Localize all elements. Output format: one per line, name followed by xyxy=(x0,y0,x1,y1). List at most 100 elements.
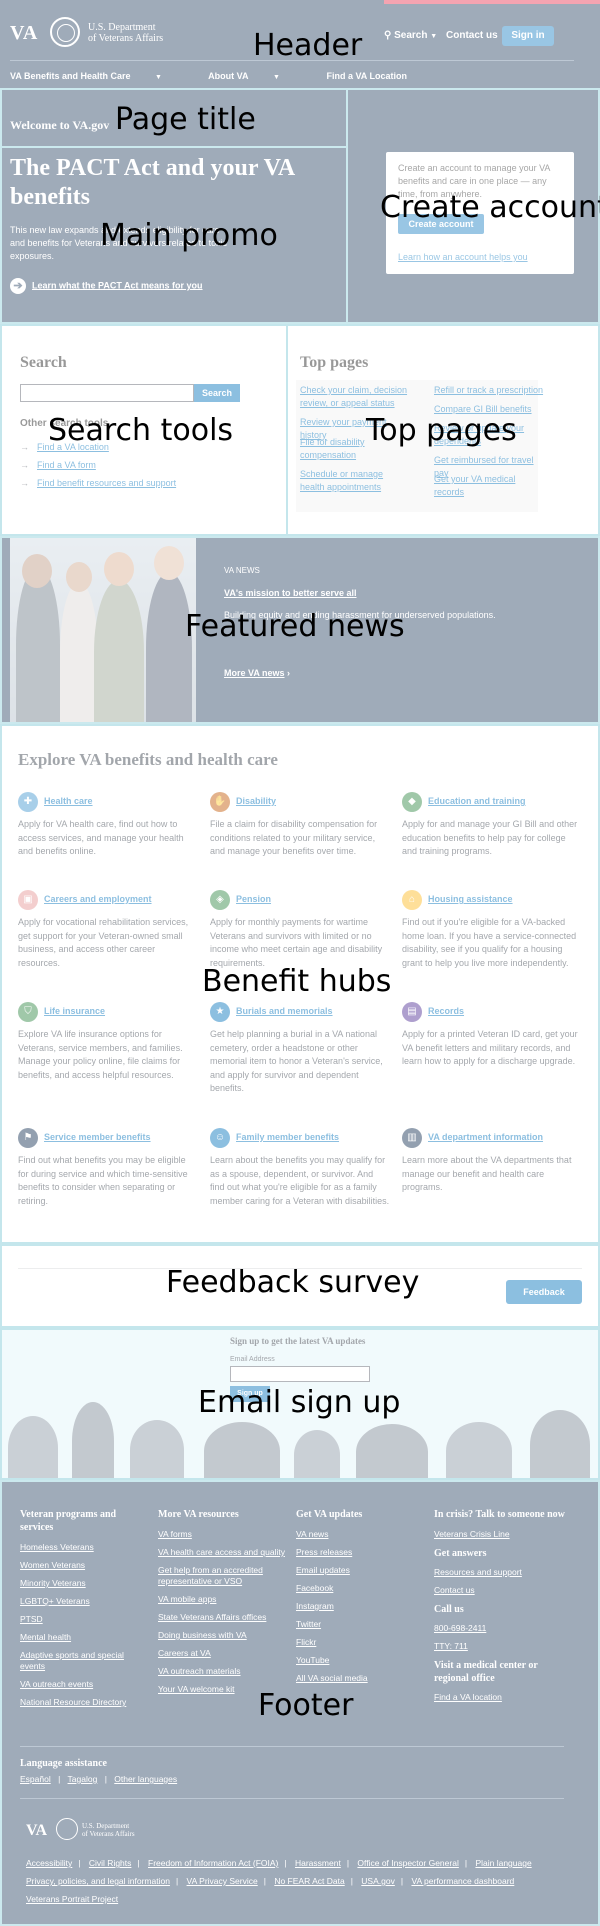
legal-link[interactable]: Accessibility xyxy=(26,1858,72,1868)
footer-link[interactable]: VA outreach events xyxy=(20,1679,150,1690)
hub-link[interactable]: Careers and employment xyxy=(44,894,152,904)
phone-link[interactable]: 800-698-2411 xyxy=(434,1623,574,1634)
footer-link[interactable]: VA health care access and quality xyxy=(158,1547,288,1558)
footer-heading: More VA resources xyxy=(158,1509,239,1520)
more-news-link[interactable]: More VA news › xyxy=(224,668,290,678)
hub-link[interactable]: Records xyxy=(428,1006,464,1016)
news-headline-link[interactable]: VA's mission to better serve all xyxy=(224,588,357,598)
sign-in-button[interactable]: Sign in xyxy=(502,26,554,46)
promo-link[interactable]: ➔ Learn what the PACT Act means for you xyxy=(10,278,203,294)
legal-link[interactable]: VA Privacy Service xyxy=(187,1876,258,1886)
va-logo[interactable]: VA xyxy=(10,22,38,45)
legal-link[interactable]: Office of Inspector General xyxy=(357,1858,458,1868)
separator: | xyxy=(350,1876,353,1886)
hub-link[interactable]: Burials and memorials xyxy=(236,1006,333,1016)
footer-link[interactable]: Press releases xyxy=(296,1547,426,1558)
language-link[interactable]: Español xyxy=(20,1774,51,1784)
footer-link[interactable]: Facebook xyxy=(296,1583,426,1594)
top-link-medical-records[interactable]: Get your VA medical records xyxy=(434,473,544,499)
top-link-health-appointments[interactable]: Schedule or manage health appointments xyxy=(300,468,410,494)
account-help-link[interactable]: Learn how an account helps you xyxy=(398,252,528,262)
footer-link[interactable]: Women Veterans xyxy=(20,1560,150,1571)
footer-link[interactable]: VA news xyxy=(296,1529,426,1540)
footer-link[interactable]: Instagram xyxy=(296,1601,426,1612)
language-link[interactable]: Tagalog xyxy=(68,1774,98,1784)
legal-link[interactable]: Privacy, policies, and legal information xyxy=(26,1876,170,1886)
search-icon: ⚲ xyxy=(384,30,395,41)
language-link[interactable]: Other languages xyxy=(114,1774,177,1784)
crisis-line-link[interactable]: Veterans Crisis Line xyxy=(434,1529,574,1540)
tool-link-resources[interactable]: → Find benefit resources and support xyxy=(20,478,176,488)
footer-link[interactable]: National Resource Directory xyxy=(20,1697,150,1708)
footer-link[interactable]: Resources and support xyxy=(434,1567,574,1578)
nav-find-location[interactable]: Find a VA Location xyxy=(326,71,407,81)
shield-icon: ⛉ xyxy=(18,1002,38,1022)
legal-link[interactable]: Veterans Portrait Project xyxy=(26,1894,118,1904)
footer-va-logo[interactable]: VA xyxy=(26,1822,47,1840)
email-input[interactable] xyxy=(230,1366,370,1382)
footer-link[interactable]: Homeless Veterans xyxy=(20,1542,150,1553)
footer-column-crisis: In crisis? Talk to someone now Veterans … xyxy=(434,1508,574,1710)
legal-link[interactable]: VA performance dashboard xyxy=(411,1876,514,1886)
region-label-footer: Footer xyxy=(258,1688,354,1723)
hub-link[interactable]: Family member benefits xyxy=(236,1132,339,1142)
contact-us-link[interactable]: Contact us xyxy=(446,30,498,41)
hub-description: Find out if you're eligible for a VA-bac… xyxy=(402,917,577,968)
footer-link[interactable]: Careers at VA xyxy=(158,1648,288,1659)
va-seal-icon xyxy=(50,17,80,47)
footer-link[interactable]: Doing business with VA xyxy=(158,1630,288,1641)
tool-link-form[interactable]: → Find a VA form xyxy=(20,460,96,470)
separator: | xyxy=(346,1858,350,1868)
top-link-claim-status[interactable]: Check your claim, decision review, or ap… xyxy=(300,384,410,410)
agency-name-line2: of Veterans Affairs xyxy=(88,33,164,44)
hub-link[interactable]: Life insurance xyxy=(44,1006,105,1016)
region-label-top-pages: Top pages xyxy=(366,413,517,448)
legal-link[interactable]: USA.gov xyxy=(361,1876,395,1886)
footer-link[interactable]: Flickr xyxy=(296,1637,426,1648)
footer-link[interactable]: Minority Veterans xyxy=(20,1578,150,1589)
search-input[interactable] xyxy=(20,384,194,402)
hub-link[interactable]: Education and training xyxy=(428,796,526,806)
hub-link[interactable]: VA department information xyxy=(428,1132,543,1142)
tools-divider xyxy=(286,324,288,536)
hub-link[interactable]: Housing assistance xyxy=(428,894,513,904)
hub-link[interactable]: Health care xyxy=(44,796,93,806)
footer-link[interactable]: VA outreach materials xyxy=(158,1666,288,1677)
nav-about[interactable]: About VA ▼ xyxy=(208,71,302,81)
footer-link[interactable]: Get help from an accredited representati… xyxy=(158,1565,288,1587)
legal-link[interactable]: Freedom of Information Act (FOIA) xyxy=(148,1858,278,1868)
search-button[interactable]: Search xyxy=(194,384,240,402)
hub-description: File a claim for disability compensation… xyxy=(210,819,378,856)
footer-link[interactable]: VA forms xyxy=(158,1529,288,1540)
nav-benefits[interactable]: VA Benefits and Health Care ▼ xyxy=(10,71,184,81)
legal-link[interactable]: Harassment xyxy=(295,1858,341,1868)
legal-link[interactable]: Plain language xyxy=(475,1858,531,1868)
footer-agency-name: U.S. Department of Veterans Affairs xyxy=(82,1822,135,1838)
footer-link[interactable]: VA mobile apps xyxy=(158,1594,288,1605)
top-link-prescription[interactable]: Refill or track a prescription xyxy=(434,384,544,397)
hub-link[interactable]: Disability xyxy=(236,796,276,806)
hub-link[interactable]: Service member benefits xyxy=(44,1132,151,1142)
hub-link[interactable]: Pension xyxy=(236,894,271,904)
footer-agency-line1: U.S. Department xyxy=(82,1822,130,1830)
footer-link[interactable]: Email updates xyxy=(296,1565,426,1576)
header-search-button[interactable]: ⚲ Search ▼ xyxy=(384,30,437,41)
chevron-down-icon: ▼ xyxy=(273,74,280,81)
footer-link[interactable]: State Veterans Affairs offices xyxy=(158,1612,288,1623)
footer-link[interactable]: LGBTQ+ Veterans xyxy=(20,1596,150,1607)
feedback-button[interactable]: Feedback xyxy=(506,1280,582,1304)
agency-name[interactable]: U.S. Department of Veterans Affairs xyxy=(88,22,163,44)
legal-link[interactable]: No FEAR Act Data xyxy=(274,1876,344,1886)
footer-link[interactable]: All VA social media xyxy=(296,1673,426,1684)
footer-subheading: Call us xyxy=(434,1604,464,1615)
footer-link[interactable]: Mental health xyxy=(20,1632,150,1643)
tty-link[interactable]: TTY: 711 xyxy=(434,1641,574,1652)
footer-link[interactable]: Find a VA location xyxy=(434,1692,574,1703)
hub-description: Apply for and manage your GI Bill and ot… xyxy=(402,819,578,856)
footer-link[interactable]: Adaptive sports and special events xyxy=(20,1650,150,1672)
footer-link[interactable]: Twitter xyxy=(296,1619,426,1630)
footer-link[interactable]: Contact us xyxy=(434,1585,574,1596)
footer-link[interactable]: PTSD xyxy=(20,1614,150,1625)
footer-link[interactable]: YouTube xyxy=(296,1655,426,1666)
legal-link[interactable]: Civil Rights xyxy=(89,1858,132,1868)
